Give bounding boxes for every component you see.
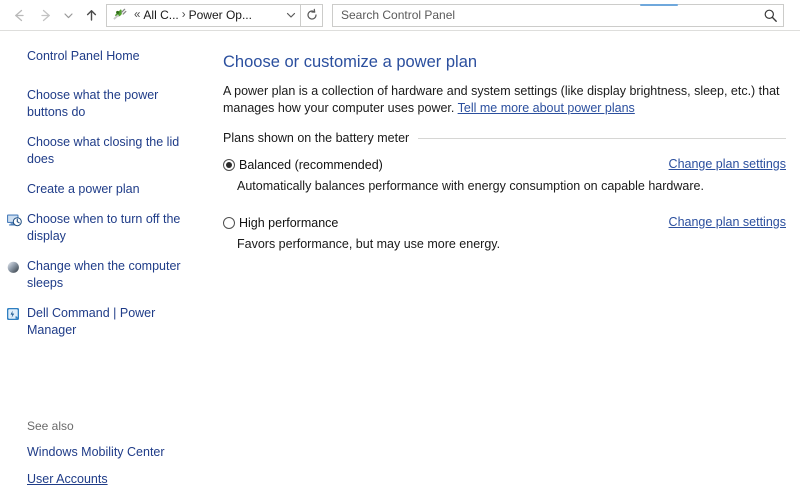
sidebar: Control Panel Home Choose what the power… (0, 31, 216, 500)
plan-left: Balanced (recommended) (223, 156, 657, 174)
address-bar: « All C... › Power Op... (0, 0, 800, 31)
section-divider (418, 138, 786, 139)
dell-power-manager-icon (5, 306, 22, 322)
sidebar-item-label: Control Panel Home (27, 49, 140, 63)
plan-row-balanced[interactable]: Balanced (recommended) Change plan setti… (223, 156, 786, 174)
breadcrumb-address-box[interactable]: « All C... › Power Op... (106, 4, 301, 27)
refresh-button[interactable] (301, 4, 323, 27)
see-also-section: See also Windows Mobility Center User Ac… (0, 419, 216, 500)
radio-high-performance[interactable] (223, 217, 235, 229)
see-also-title: See also (0, 419, 216, 433)
section-header: Plans shown on the battery meter (223, 131, 786, 145)
recent-locations-button[interactable] (58, 2, 78, 28)
breadcrumb-item-power-options[interactable]: Power Op... (189, 8, 252, 22)
sidebar-item-create-power-plan[interactable]: Create a power plan (0, 181, 205, 198)
page-title: Choose or customize a power plan (223, 51, 786, 73)
plan-description-balanced: Automatically balances performance with … (223, 178, 786, 194)
see-also-link-windows-mobility-center[interactable]: Windows Mobility Center (0, 444, 216, 461)
sidebar-item-dell-command-power-manager[interactable]: Dell Command | Power Manager (0, 305, 205, 339)
radio-balanced[interactable] (223, 159, 235, 171)
power-plug-icon (110, 7, 128, 24)
main-content: Choose or customize a power plan A power… (216, 31, 800, 500)
sidebar-item-power-buttons[interactable]: Choose what the power buttons do (0, 87, 205, 121)
forward-button[interactable] (32, 2, 58, 28)
see-also-link-user-accounts[interactable]: User Accounts (0, 471, 216, 488)
sidebar-item-label: Create a power plan (27, 182, 140, 196)
breadcrumb-overflow[interactable]: « (131, 9, 143, 21)
search-input[interactable] (341, 8, 762, 22)
section-header-label: Plans shown on the battery meter (223, 131, 418, 145)
sidebar-item-label: Choose what the power buttons do (27, 88, 158, 119)
back-button[interactable] (6, 2, 32, 28)
arrow-right-icon (37, 7, 54, 24)
sidebar-item-turn-off-display[interactable]: Choose when to turn off the display (0, 211, 205, 245)
chevron-down-icon (62, 9, 75, 22)
render-artifact (640, 4, 678, 6)
search-box[interactable] (332, 4, 784, 27)
up-button[interactable] (78, 2, 104, 28)
sidebar-item-computer-sleeps[interactable]: Change when the computer sleeps (0, 258, 205, 292)
moon-icon (5, 259, 22, 275)
intro-paragraph: A power plan is a collection of hardware… (223, 83, 783, 117)
breadcrumb-item-all-control-panel[interactable]: All C... (143, 8, 178, 22)
plan-row-high-performance[interactable]: High performance Change plan settings (223, 214, 786, 232)
search-icon[interactable] (762, 7, 779, 24)
change-plan-settings-high-performance[interactable]: Change plan settings (657, 214, 786, 230)
chevron-down-icon (285, 9, 297, 21)
arrow-up-icon (83, 7, 100, 24)
tell-me-more-link[interactable]: Tell me more about power plans (458, 101, 635, 115)
refresh-icon (305, 8, 319, 22)
arrow-left-icon (11, 7, 28, 24)
sidebar-item-label: Change when the computer sleeps (27, 259, 181, 290)
plan-name: Balanced (recommended) (239, 158, 383, 172)
display-clock-icon (5, 212, 22, 228)
change-plan-settings-balanced[interactable]: Change plan settings (657, 156, 786, 172)
sidebar-item-label: Choose when to turn off the display (27, 212, 180, 243)
plan-name: High performance (239, 216, 338, 230)
address-dropdown-button[interactable] (282, 5, 299, 26)
plan-description-high-performance: Favors performance, but may use more ene… (223, 236, 786, 252)
sidebar-item-label: Dell Command | Power Manager (27, 306, 155, 337)
sidebar-item-control-panel-home[interactable]: Control Panel Home (0, 48, 205, 65)
plan-left: High performance (223, 214, 657, 232)
sidebar-item-closing-lid[interactable]: Choose what closing the lid does (0, 134, 205, 168)
sidebar-item-label: Choose what closing the lid does (27, 135, 179, 166)
breadcrumb-separator: › (179, 9, 189, 21)
control-panel-window: « All C... › Power Op... (0, 0, 800, 500)
